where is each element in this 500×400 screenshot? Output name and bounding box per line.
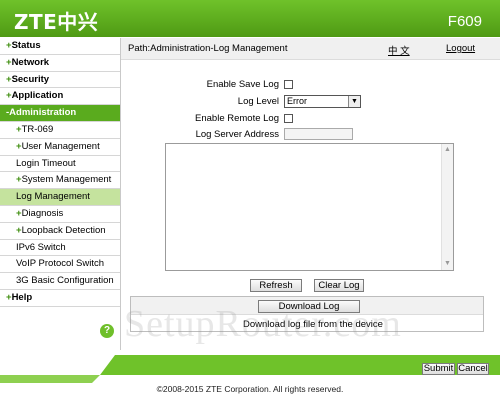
sidebar-item-log-management[interactable]: Log Management — [0, 189, 120, 206]
sidebar-item-label: Administration — [9, 107, 77, 119]
sidebar-item-user-management[interactable]: +User Management — [0, 139, 120, 156]
sidebar-item-loopback-detection[interactable]: +Loopback Detection — [0, 223, 120, 240]
sidebar-item-tr-069[interactable]: +TR-069 — [0, 122, 120, 139]
sidebar-item-security[interactable]: +Security — [0, 72, 120, 89]
sidebar-item-label: Loopback Detection — [21, 224, 106, 236]
log-server-address-label: Log Server Address — [195, 129, 279, 140]
sidebar-item-label: Network — [11, 56, 50, 68]
sidebar-item-label: System Management — [21, 174, 112, 186]
path-bar: Path:Administration-Log Management 中 文 L… — [121, 38, 500, 60]
sidebar-item-label: Help — [11, 291, 33, 303]
sidebar-item-label: Log Management — [16, 191, 90, 203]
download-panel: Download Log Download log file from the … — [130, 296, 484, 332]
sidebar-item-status[interactable]: +Status — [0, 38, 120, 55]
sidebar-item-label: Security — [11, 73, 50, 85]
download-description: Download log file from the device — [243, 319, 383, 330]
sidebar-item-system-management[interactable]: +System Management — [0, 172, 120, 190]
sidebar-item-diagnosis[interactable]: +Diagnosis — [0, 206, 120, 223]
sidebar-item-label: Status — [11, 40, 41, 51]
cancel-button[interactable]: Cancel — [457, 363, 489, 375]
enable-save-log-checkbox[interactable] — [284, 80, 293, 89]
sidebar-item-label: VoIP Protocol Switch — [16, 258, 105, 270]
sidebar-item-login-timeout[interactable]: Login Timeout — [0, 156, 120, 173]
copyright-text: ©2008-2015 ZTE Corporation. All rights r… — [156, 384, 344, 394]
nav-list: +Status +Network +Security +Application -Adm… — [0, 38, 120, 307]
header-bar: ZTE中兴 F609 — [0, 0, 500, 37]
logout-link[interactable]: Logout — [446, 43, 475, 54]
language-switch-link[interactable]: 中 文 — [388, 43, 410, 57]
sidebar-item-label: Application — [11, 90, 64, 102]
submit-button[interactable]: Submit — [422, 363, 455, 375]
zte-logo: ZTE中兴 — [14, 10, 99, 34]
sidebar-item-label: Diagnosis — [21, 207, 64, 219]
sidebar-item-label: User Management — [21, 140, 100, 152]
sidebar-item-label: TR-069 — [21, 123, 54, 135]
log-scrollbar[interactable]: ▲ ▼ — [441, 144, 453, 270]
log-server-address-input[interactable] — [284, 128, 353, 140]
chevron-down-icon: ▼ — [348, 96, 360, 107]
sidebar-item-help[interactable]: +Help — [0, 290, 120, 307]
enable-remote-log-label: Enable Remote Log — [195, 113, 279, 124]
scroll-down-icon[interactable]: ▼ — [442, 258, 453, 270]
enable-remote-log-checkbox[interactable] — [284, 114, 293, 123]
device-model: F609 — [447, 13, 482, 30]
clear-log-button[interactable]: Clear Log — [314, 279, 364, 292]
sidebar-item-3g-basic-configuration[interactable]: 3G Basic Configuration — [0, 273, 120, 290]
help-icon[interactable]: ? — [100, 324, 114, 338]
log-level-select[interactable]: Error ▼ — [284, 95, 361, 108]
log-level-label: Log Level — [237, 96, 279, 107]
log-textarea[interactable]: ▲ ▼ — [165, 143, 454, 271]
sidebar-item-label: IPv6 Switch — [16, 241, 66, 253]
download-log-button[interactable]: Download Log — [258, 300, 360, 313]
scroll-up-icon[interactable]: ▲ — [442, 144, 453, 156]
sidebar-nav: +Status +Network +Security +Application -Adm… — [0, 38, 121, 350]
sidebar-item-label: Login Timeout — [16, 157, 76, 169]
sidebar-item-application[interactable]: +Application — [0, 88, 120, 106]
sidebar-item-ipv6-switch[interactable]: IPv6 Switch — [0, 240, 120, 257]
breadcrumb: Path:Administration-Log Management — [128, 43, 288, 54]
log-level-value: Error — [287, 96, 307, 106]
sidebar-item-network[interactable]: +Network — [0, 55, 120, 72]
refresh-button[interactable]: Refresh — [250, 279, 302, 292]
sidebar-item-label: 3G Basic Configuration — [16, 275, 114, 287]
sidebar-item-administration[interactable]: -Administration — [0, 105, 120, 122]
enable-save-log-label: Enable Save Log — [206, 79, 279, 90]
sidebar-item-voip-protocol-switch[interactable]: VoIP Protocol Switch — [0, 256, 120, 274]
